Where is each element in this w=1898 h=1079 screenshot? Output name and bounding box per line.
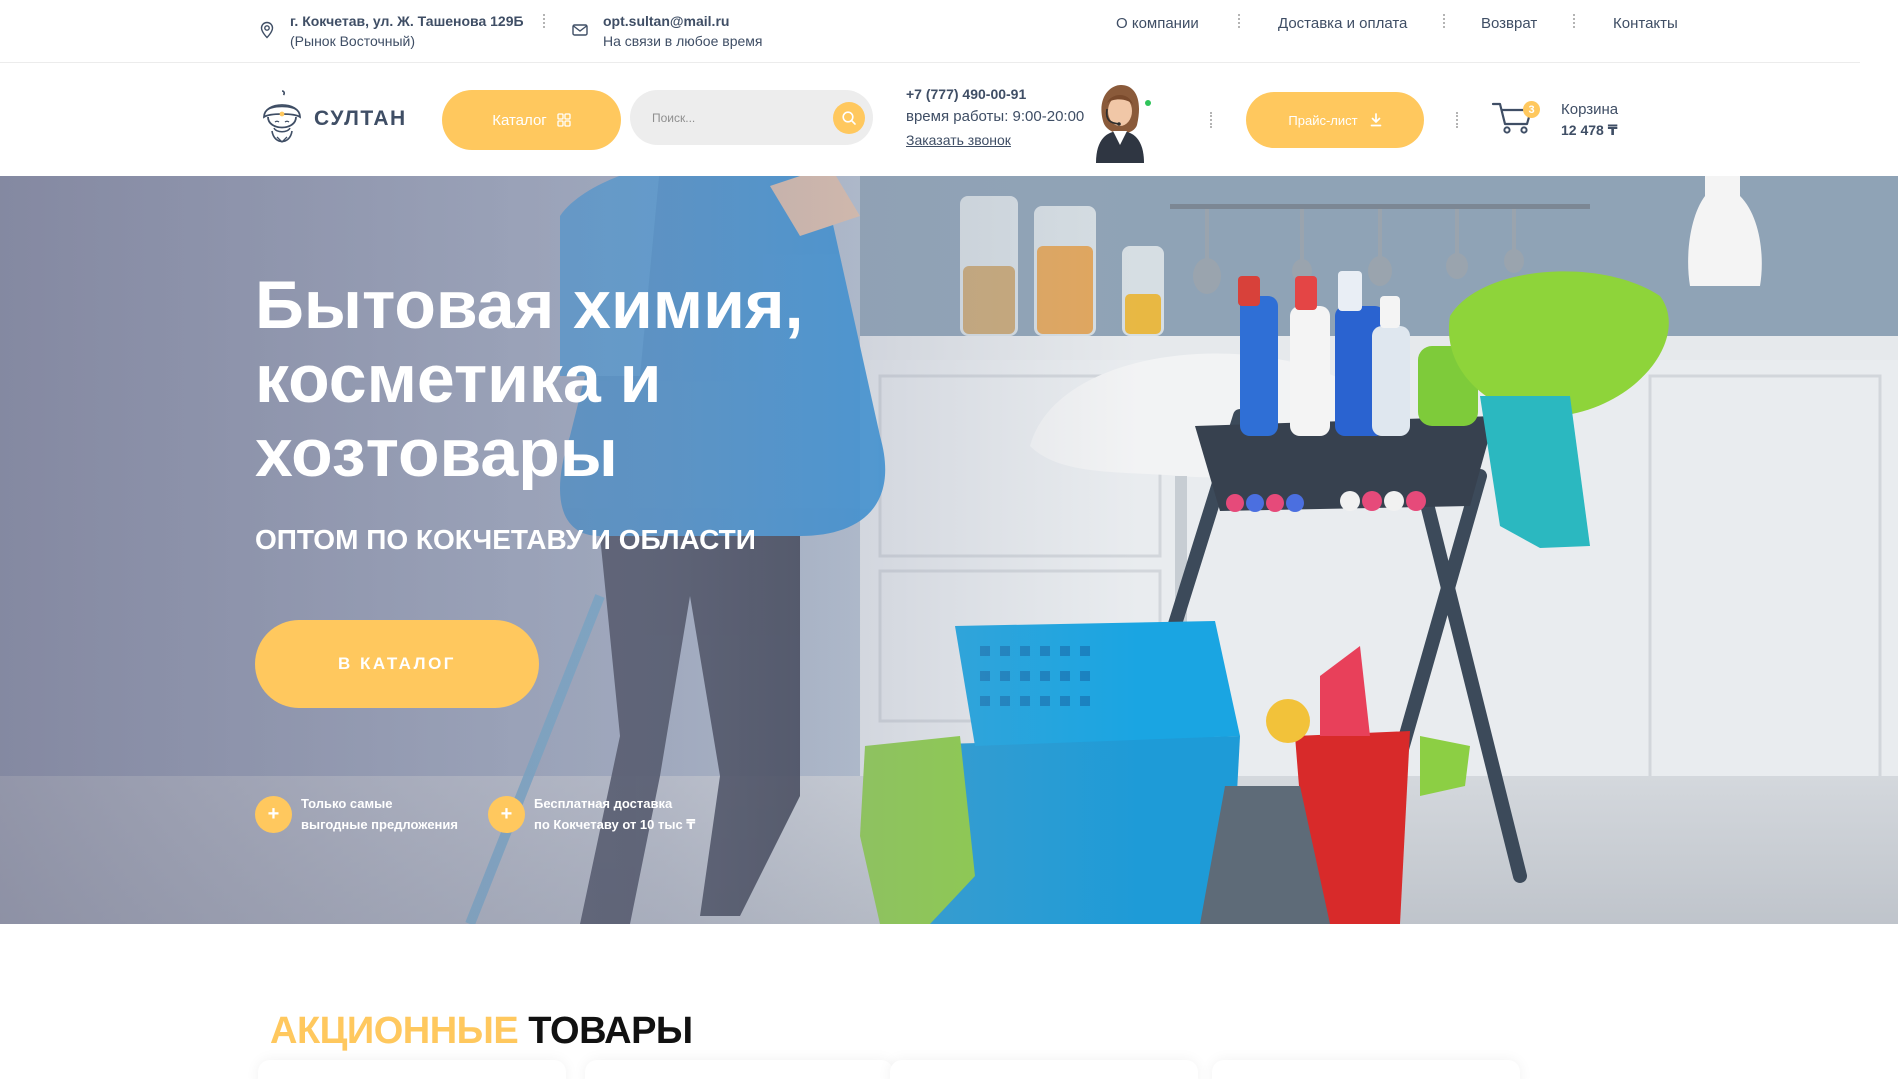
email-note: На связи в любое время xyxy=(603,33,763,49)
cart-count-badge: 3 xyxy=(1523,101,1540,118)
feature-best-offers: + Только самые выгодные предложения xyxy=(255,793,458,835)
download-icon xyxy=(1370,113,1381,127)
search-input[interactable] xyxy=(652,90,822,145)
location-pin-icon xyxy=(260,21,274,39)
callback-link[interactable]: Заказать звонок xyxy=(906,129,1084,151)
nav-divider xyxy=(1443,14,1445,28)
grid-icon xyxy=(557,113,571,127)
price-list-button[interactable]: Прайс-лист xyxy=(1246,92,1424,148)
working-hours: время работы: 9:00-20:00 xyxy=(906,108,1085,125)
top-info-bar: г. Кокчетав, ул. Ж. Ташенова 129Б (Рынок… xyxy=(0,0,1860,63)
product-card[interactable] xyxy=(890,1060,1198,1079)
address-line1: г. Кокчетав, ул. Ж. Ташенова 129Б xyxy=(290,13,524,29)
promo-section-title: АКЦИОННЫЕ ТОВАРЫ xyxy=(270,1010,693,1053)
feature-free-delivery: + Бесплатная доставка по Кокчетаву от 10… xyxy=(488,793,695,835)
price-list-label: Прайс-лист xyxy=(1288,112,1358,128)
cart-label: Корзина xyxy=(1561,101,1619,118)
header-divider xyxy=(1456,112,1458,128)
operator-avatar xyxy=(1096,85,1144,163)
cart-total: 12 478 ₸ xyxy=(1561,122,1618,138)
feature-line: выгодные предложения xyxy=(301,817,458,832)
sultan-logo-icon xyxy=(263,90,301,143)
promo-section xyxy=(0,924,1898,1079)
logo-text: СУЛТАН xyxy=(314,107,407,130)
address-block: г. Кокчетав, ул. Ж. Ташенова 129Б (Рынок… xyxy=(258,12,524,51)
hero-catalog-button[interactable]: В КАТАЛОГ xyxy=(255,620,539,708)
nav-link-contacts[interactable]: Контакты xyxy=(1613,15,1678,32)
search-box xyxy=(630,90,873,145)
cart-summary[interactable]: Корзина 12 478 ₸ xyxy=(1561,100,1618,140)
topbar-divider xyxy=(543,14,545,28)
catalog-button-label: Каталог xyxy=(492,111,547,129)
mail-icon xyxy=(572,24,588,36)
hero-subtitle: ОПТОМ ПО КОКЧЕТАВУ И ОБЛАСТИ xyxy=(255,524,756,555)
nav-link-about[interactable]: О компании xyxy=(1116,15,1199,32)
catalog-button[interactable]: Каталог xyxy=(442,90,621,150)
contact-block: +7 (777) 490-00-91 время работы: 9:00-20… xyxy=(906,85,1084,151)
online-status-dot xyxy=(1145,100,1151,106)
nav-divider xyxy=(1238,14,1240,28)
phone-number[interactable]: +7 (777) 490-00-91 xyxy=(906,85,1084,103)
nav-link-delivery[interactable]: Доставка и оплата xyxy=(1278,15,1407,32)
search-button[interactable] xyxy=(833,102,865,134)
hero-banner: Бытовая химия, косметика и хозтовары ОПТ… xyxy=(0,176,1898,924)
feature-line: Бесплатная доставка xyxy=(534,796,673,811)
email-link[interactable]: opt.sultan@mail.ru xyxy=(603,12,762,31)
header-divider xyxy=(1210,112,1212,128)
email-block: opt.sultan@mail.ru На связи в любое врем… xyxy=(571,12,762,51)
product-card[interactable] xyxy=(1212,1060,1520,1079)
plus-icon: + xyxy=(255,795,292,833)
promo-title-rest: ТОВАРЫ xyxy=(528,1010,693,1052)
address-line2: (Рынок Восточный) xyxy=(290,33,416,49)
nav-divider xyxy=(1573,14,1575,28)
hero-title: Бытовая химия, косметика и хозтовары xyxy=(255,267,804,491)
search-icon xyxy=(842,111,856,125)
product-card[interactable] xyxy=(258,1060,566,1079)
promo-title-accent: АКЦИОННЫЕ xyxy=(270,1010,519,1052)
plus-icon: + xyxy=(488,795,525,833)
feature-line: по Кокчетаву от 10 тыс ₸ xyxy=(534,817,696,832)
logo[interactable]: СУЛТАН xyxy=(258,86,418,152)
product-card[interactable] xyxy=(585,1060,893,1079)
feature-line: Только самые xyxy=(301,796,393,811)
nav-link-returns[interactable]: Возврат xyxy=(1481,15,1537,32)
